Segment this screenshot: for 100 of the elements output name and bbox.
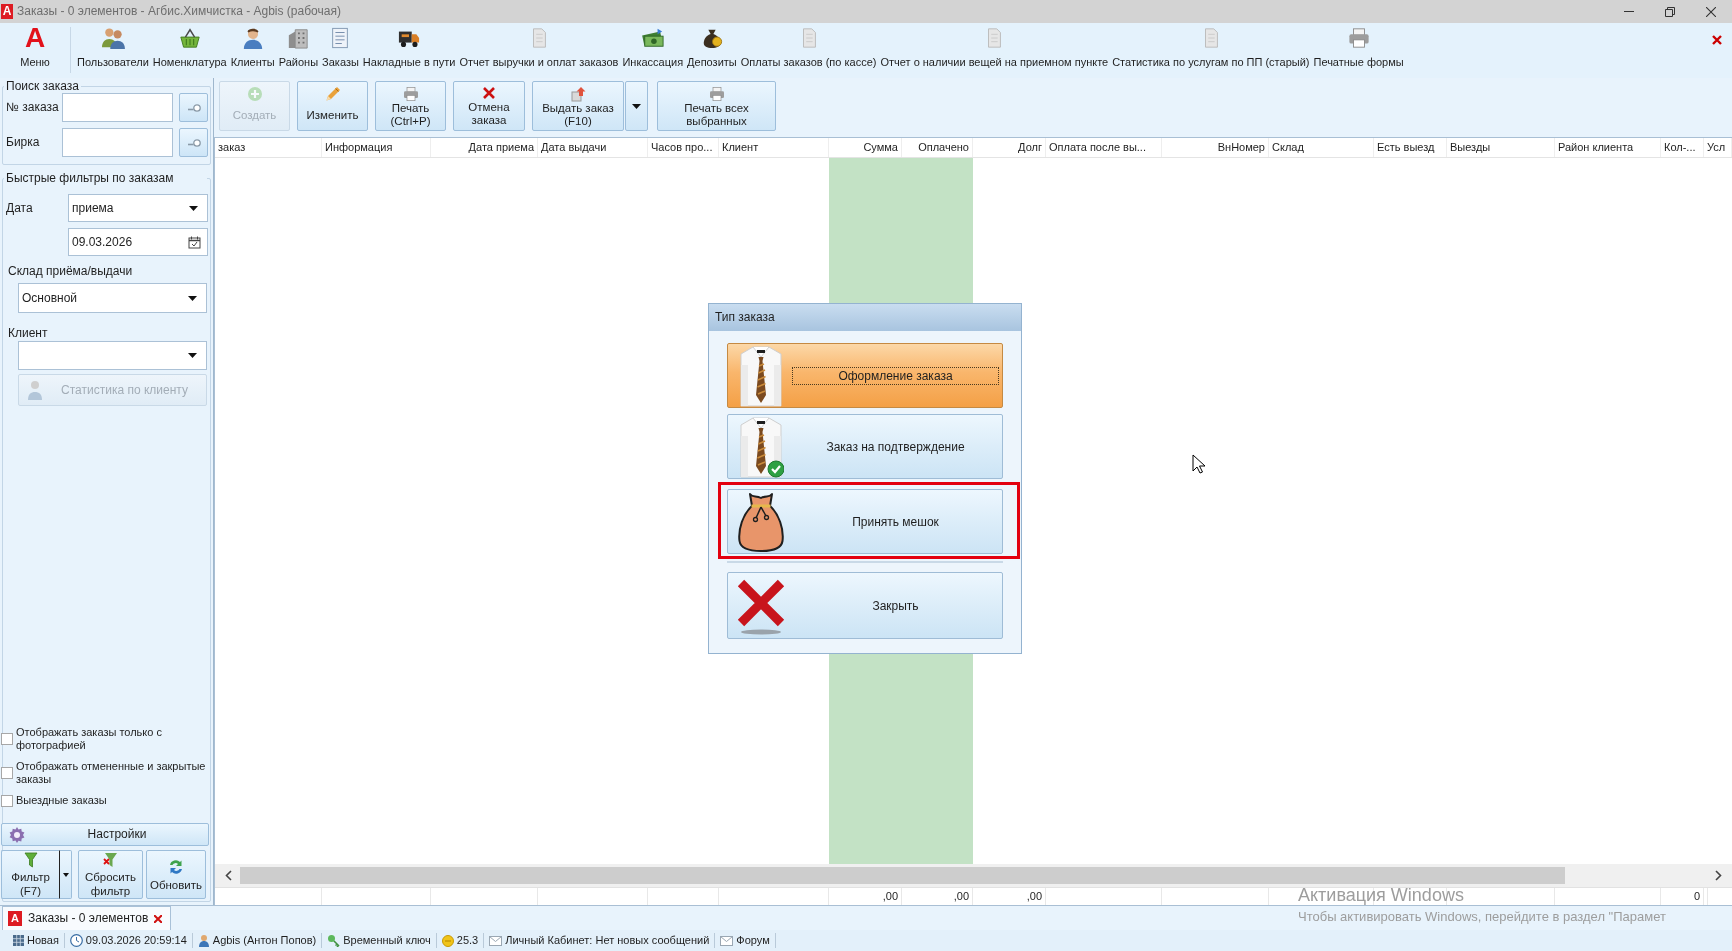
option-button[interactable]: Оформление заказа <box>727 343 1003 408</box>
ribbon-button[interactable]: Печатные формы <box>1311 23 1406 76</box>
status-text: 25.3 <box>456 933 479 948</box>
option-button[interactable]: Закрыть <box>727 572 1003 639</box>
option-button[interactable]: Заказ на подтверждение <box>727 414 1003 479</box>
window-title: Заказы - 0 элементов - Агбис.Химчистка - Agbis (рабочая) <box>17 4 341 19</box>
column-header[interactable]: Часов про... <box>648 138 719 157</box>
ribbon-button[interactable]: Пользователи <box>75 23 151 76</box>
column-header[interactable]: Склад <box>1269 138 1374 157</box>
column-header[interactable]: Выезды <box>1447 138 1555 157</box>
checkbox[interactable] <box>1 767 13 779</box>
settings-button[interactable]: Настройки <box>1 823 209 846</box>
close-icon[interactable] <box>154 914 163 923</box>
horizontal-scrollbar[interactable] <box>215 864 1732 887</box>
column-header[interactable]: Сумма <box>829 138 902 157</box>
ribbon-button[interactable]: Заказы <box>320 23 361 76</box>
envelope-icon <box>720 935 734 946</box>
document-tab[interactable]: A Заказы - 0 элементов <box>2 906 172 930</box>
checkbox-label: Выездные заказы <box>16 794 107 807</box>
chevron-left-icon[interactable] <box>225 870 232 881</box>
group-title: Поиск заказа <box>4 79 81 93</box>
app-logo: A <box>1 4 13 19</box>
ribbon-button[interactable]: Статистика по услугам по ПП (старый) <box>1110 23 1312 76</box>
column-header[interactable]: Дата приема <box>431 138 538 157</box>
column-header[interactable]: заказ <box>215 138 322 157</box>
ribbon-button[interactable]: Оплаты заказов (по кассе) <box>738 23 879 76</box>
column-header[interactable]: Долг <box>973 138 1046 157</box>
column-header[interactable]: Район клиента <box>1555 138 1661 157</box>
column-header[interactable]: Усл <box>1704 138 1732 157</box>
app-logo: A <box>24 25 46 51</box>
shirt-with-tie-icon <box>738 344 784 407</box>
column-header[interactable]: Кол-... <box>1661 138 1704 157</box>
input-field[interactable] <box>62 128 173 157</box>
dropdown-button[interactable] <box>59 850 72 899</box>
ribbon-button[interactable]: Отчет о наличии вещей на приемном пункте <box>878 23 1111 76</box>
plus-icon <box>246 86 263 102</box>
scrollbar-thumb[interactable] <box>240 867 1565 884</box>
field-label: Клиент <box>8 326 49 340</box>
filter-button[interactable]: Сбросить фильтр <box>78 850 143 899</box>
printer-icon <box>708 86 725 102</box>
column-header[interactable]: Оплата после вы... <box>1046 138 1162 157</box>
column-header[interactable]: Оплачено <box>902 138 973 157</box>
gear-icon <box>8 825 26 844</box>
dropdown[interactable] <box>18 341 207 370</box>
coin-icon <box>441 934 454 947</box>
clock-icon <box>69 934 83 947</box>
ribbon-button[interactable]: Накладные в пути <box>360 23 458 76</box>
checkbox-label: Отображать заказы только с фотографией <box>16 726 163 752</box>
input-field[interactable] <box>62 93 173 122</box>
option-button[interactable]: Принять мешок <box>727 489 1003 554</box>
dropdown[interactable]: Основной <box>18 283 207 313</box>
search-button[interactable] <box>179 128 208 157</box>
field-label: Бирка <box>6 135 41 150</box>
dialog-title: Тип заказа <box>715 310 775 325</box>
date-field[interactable]: 09.03.2026 <box>68 228 208 256</box>
menu-button[interactable]: A Меню <box>4 23 66 76</box>
grid-icon <box>13 935 24 946</box>
mouse-pointer-icon <box>1192 454 1205 474</box>
user-icon <box>197 934 210 947</box>
ribbon-button[interactable]: Депозиты <box>685 23 739 76</box>
column-header[interactable]: Информация <box>322 138 431 157</box>
people-icon <box>100 27 125 49</box>
app-logo: A <box>8 911 22 926</box>
toolbar-button[interactable]: Изменить <box>297 81 368 131</box>
ribbon-button[interactable]: Номенклатура <box>150 23 229 76</box>
checkbox-label: Отображать отмененные и закрытые заказы <box>16 760 207 786</box>
pencil-icon <box>324 86 341 102</box>
column-header[interactable]: Есть выезд <box>1374 138 1447 157</box>
refresh-icon <box>167 857 185 876</box>
funnel-icon <box>23 851 38 868</box>
search-icon <box>186 138 201 147</box>
column-header[interactable]: Дата выдачи <box>538 138 648 157</box>
checkbox[interactable] <box>1 794 13 807</box>
filter-button[interactable]: Фильтр (F7) <box>1 850 59 899</box>
ribbon-button[interactable]: Инкассация <box>620 23 686 76</box>
checkbox[interactable] <box>1 733 13 745</box>
search-icon <box>186 103 201 112</box>
basket-icon <box>177 27 202 49</box>
column-header[interactable]: ВнНомер <box>1162 138 1269 157</box>
buildings-icon <box>287 27 310 49</box>
status-text: Форум <box>736 933 770 948</box>
dropdown[interactable]: приема <box>68 194 208 222</box>
status-text: 09.03.2026 20:59:14 <box>85 933 187 948</box>
restore-icon[interactable] <box>1665 6 1675 17</box>
chevron-right-icon[interactable] <box>1715 870 1722 881</box>
funnel-cross-icon <box>103 851 118 868</box>
ribbon-button[interactable]: Клиенты <box>228 23 277 76</box>
ribbon-button[interactable]: Районы <box>276 23 321 76</box>
caret-icon <box>188 295 197 301</box>
column-header[interactable]: Клиент <box>719 138 829 157</box>
calendar-icon <box>188 235 201 249</box>
close-icon[interactable] <box>1706 6 1716 17</box>
toolbar-button[interactable]: Печать (Ctrl+P) <box>375 81 446 131</box>
toolbar-button[interactable]: Печать всех выбранных <box>657 81 776 131</box>
toolbar-button[interactable]: Отмена заказа <box>453 81 525 131</box>
toolbar-button[interactable]: Выдать заказ (F10) <box>532 81 624 131</box>
close-icon[interactable] <box>1712 35 1722 45</box>
search-button[interactable] <box>179 93 208 122</box>
ribbon-button[interactable]: Отчет выручки и оплат заказов <box>457 23 621 76</box>
filter-button[interactable]: Обновить <box>146 850 206 899</box>
